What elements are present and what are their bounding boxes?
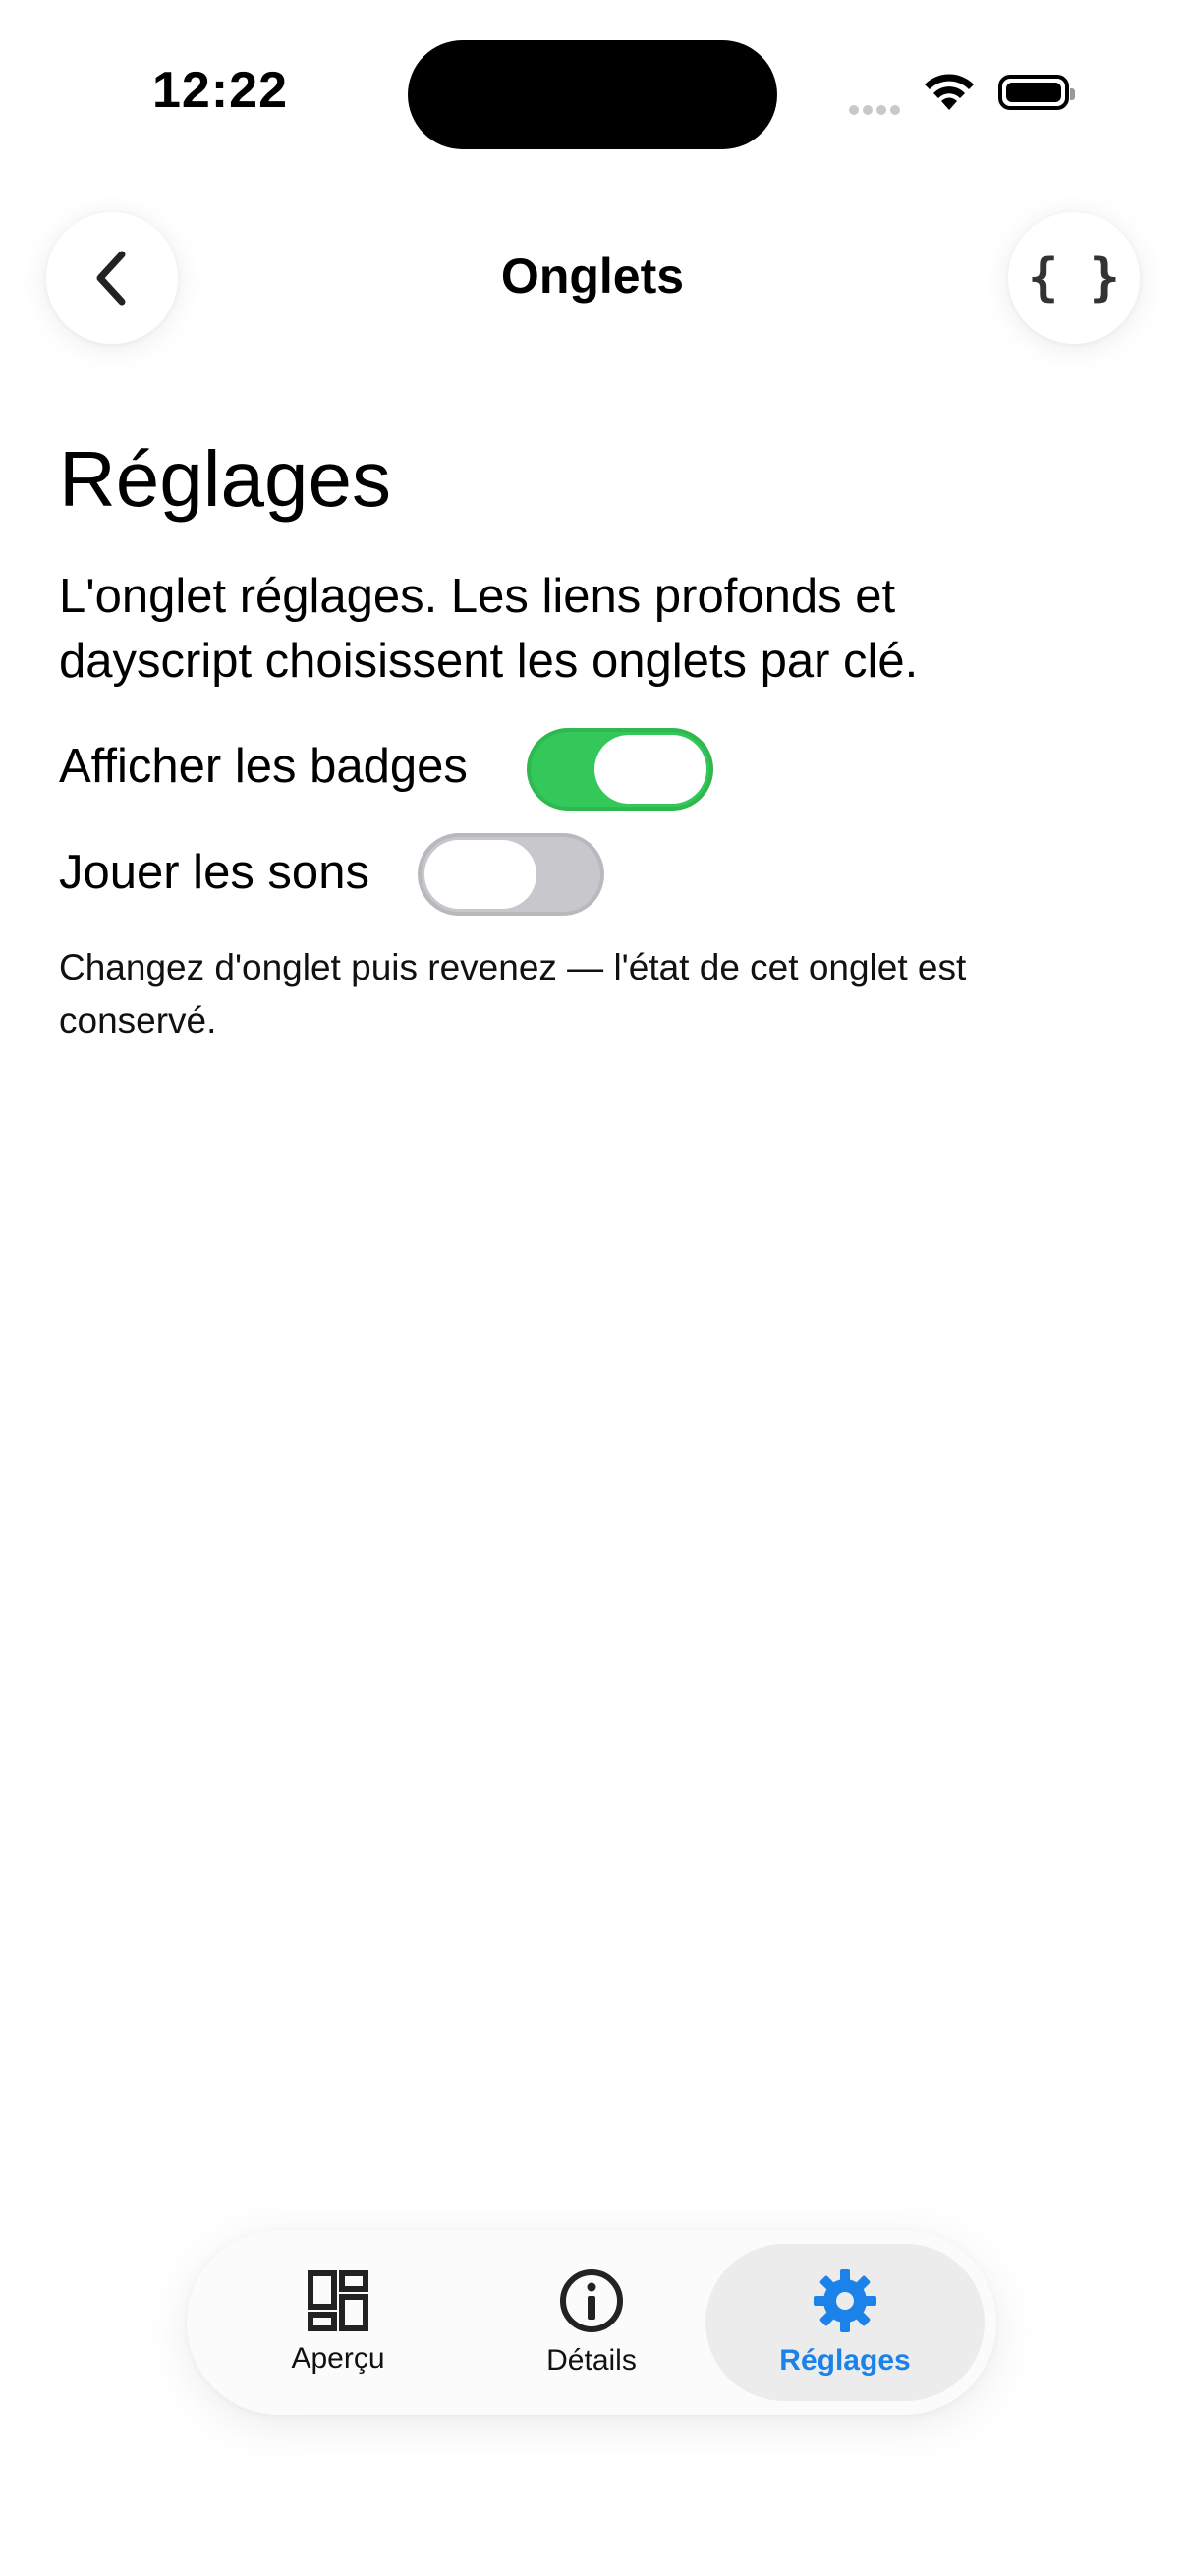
tab-reglages-label: Réglages (779, 2344, 911, 2377)
toggle-label-sounds: Jouer les sons (59, 846, 369, 899)
tab-details-label: Détails (546, 2344, 637, 2377)
cellular-signal-icon (849, 102, 904, 120)
code-view-button[interactable]: { } (1008, 212, 1140, 344)
info-circle-icon (560, 2269, 623, 2332)
sounds-toggle[interactable] (418, 833, 604, 916)
tab-details[interactable]: Détails (464, 2230, 719, 2415)
toggle-knob (424, 840, 536, 909)
section-description: L'onglet réglages. Les liens profonds et… (59, 570, 919, 688)
dashboard-icon (308, 2270, 368, 2331)
battery-icon (998, 75, 1075, 110)
toggle-label-badges: Afficher les badges (59, 740, 468, 793)
curly-braces-icon: { } (1028, 249, 1120, 308)
tab-bar: Aperçu Détails Réglages (187, 2230, 996, 2415)
toggle-knob (594, 735, 706, 804)
tab-reglages[interactable]: Réglages (705, 2244, 985, 2401)
status-time: 12:22 (152, 62, 288, 119)
tab-apercu[interactable]: Aperçu (210, 2230, 466, 2415)
section-heading: Réglages (59, 435, 392, 523)
wifi-icon (922, 71, 977, 117)
tab-apercu-label: Aperçu (291, 2342, 385, 2375)
badges-toggle[interactable] (527, 728, 713, 811)
dynamic-island (408, 40, 777, 149)
state-hint: Changez d'onglet puis revenez — l'état d… (59, 947, 967, 1040)
gear-icon (814, 2269, 876, 2332)
